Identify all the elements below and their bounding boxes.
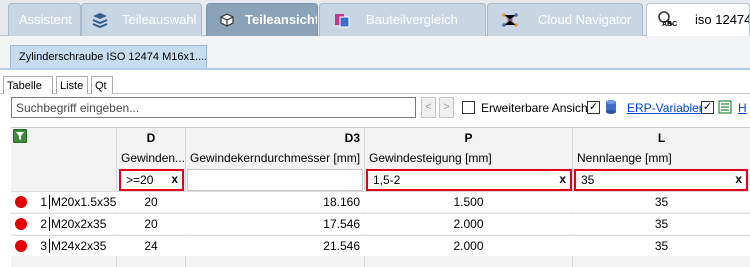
tab-tabelle[interactable]: Tabelle — [3, 76, 53, 94]
tab-search-result[interactable]: ABC iso 12474 — [646, 3, 750, 36]
filter-value-p: 1,5-2 — [373, 173, 401, 187]
row-index: 3 — [40, 239, 47, 253]
row-index: 1 — [40, 195, 47, 209]
cell-d: 20 — [144, 217, 158, 231]
column-code-d3[interactable]: D3 — [186, 131, 364, 147]
third-option-checkbox[interactable]: ✓ — [701, 101, 714, 114]
tab-liste-label: Liste — [60, 80, 84, 92]
row-name: M24x2x35 — [49, 239, 107, 253]
row-name: M20x2x35 — [49, 217, 107, 231]
cell-l: 35 — [654, 239, 669, 253]
tab-cloud-navigator[interactable]: Cloud Navigator — [487, 3, 643, 36]
filter-field-p[interactable]: 1,5-2 x — [366, 169, 572, 191]
cell-d: 20 — [144, 195, 158, 209]
cell-l: 35 — [654, 217, 669, 231]
results-table: D D3 P L Gewinden... Gewindekerndurchmes… — [11, 127, 750, 267]
filter-value-l: 35 — [581, 173, 595, 187]
status-dot-icon — [15, 218, 27, 230]
tab-teileauswahl[interactable]: Teileauswahl — [81, 3, 202, 36]
cell-p: 1.500 — [453, 195, 484, 209]
row-name: M20x1.5x35 — [49, 195, 117, 209]
clear-filter-p-button[interactable]: x — [559, 172, 566, 186]
document-tab-row: Zylinderschraube ISO 12474 M16x1.... — [0, 36, 750, 69]
tab-qt-label: Qt — [95, 80, 107, 92]
third-option-link[interactable]: H — [738, 101, 747, 115]
column-name-l[interactable]: Nennlaenge [mm] — [573, 151, 750, 167]
filter-field-l[interactable]: 35 x — [574, 169, 748, 191]
tab-bauteilvergleich-label: Bauteilvergleich — [366, 12, 458, 27]
tab-teileauswahl-label: Teileauswahl — [122, 12, 197, 27]
filter-field-d[interactable]: >=20 x — [119, 169, 184, 191]
erp-variables-checkbox[interactable]: ✓ — [587, 101, 600, 114]
search-tab-icon-text: ABC — [662, 21, 678, 28]
tab-cloud-navigator-label: Cloud Navigator — [538, 12, 632, 27]
document-tab-label: Zylinderschraube ISO 12474 M16x1.... — [19, 51, 207, 63]
cell-d3: 18.160 — [323, 195, 360, 209]
table-row[interactable]: 2 M20x2x35 20 17.546 2.000 35 — [11, 213, 750, 234]
search-input[interactable] — [11, 97, 416, 118]
column-name-d[interactable]: Gewinden... — [117, 151, 185, 167]
column-name-p[interactable]: Gewindesteigung [mm] — [365, 151, 572, 167]
document-tab[interactable]: Zylinderschraube ISO 12474 M16x1.... — [10, 45, 207, 69]
filter-value-d: >=20 — [126, 173, 154, 187]
column-name-d3[interactable]: Gewindekerndurchmesser [mm] — [186, 151, 364, 167]
cell-d3: 17.546 — [323, 217, 360, 231]
erp-variables-link[interactable]: ERP-Variablen — [627, 101, 705, 115]
tab-liste[interactable]: Liste — [56, 76, 88, 94]
table-row[interactable]: 3 M24x2x35 24 21.546 2.000 35 — [11, 235, 750, 256]
filter-field-d3[interactable] — [187, 169, 363, 191]
compare-icon — [332, 10, 352, 30]
catalog-icon — [90, 10, 110, 30]
tab-qt[interactable]: Qt — [91, 76, 113, 94]
prev-button[interactable]: < — [421, 97, 436, 118]
cloud-navigator-icon — [500, 10, 520, 30]
row-index: 2 — [40, 217, 47, 231]
cell-d3: 21.546 — [323, 239, 360, 253]
table-row[interactable]: 1 M20x1.5x35 20 18.160 1.500 35 — [11, 191, 750, 212]
cell-p: 2.000 — [453, 239, 484, 253]
expandable-view-checkbox[interactable] — [462, 101, 475, 114]
toolbar: < > Erweiterbare Ansicht ✓ ERP-Variablen… — [0, 94, 750, 124]
top-tab-bar: Assistent Teileauswahl Teileansicht Baut… — [0, 0, 750, 36]
tab-teileansicht[interactable]: Teileansicht — [206, 3, 318, 36]
cell-l: 35 — [654, 195, 669, 209]
clear-filter-l-button[interactable]: x — [735, 172, 742, 186]
status-dot-icon — [15, 240, 27, 252]
tab-teileansicht-label: Teileansicht — [245, 12, 318, 27]
status-dot-icon — [15, 196, 27, 208]
column-code-d[interactable]: D — [117, 131, 185, 147]
database-icon — [604, 98, 618, 116]
parts-view-icon — [217, 10, 237, 30]
cell-d: 24 — [144, 239, 158, 253]
next-button[interactable]: > — [439, 97, 454, 118]
column-code-l[interactable]: L — [573, 131, 750, 147]
view-tabs: Tabelle Liste Qt — [0, 70, 750, 94]
cell-p: 2.000 — [453, 217, 484, 231]
tab-assistent[interactable]: Assistent — [8, 3, 81, 36]
expandable-view-label: Erweiterbare Ansicht — [481, 101, 592, 115]
table-filter-icon[interactable] — [13, 129, 27, 143]
tab-tabelle-label: Tabelle — [7, 80, 42, 92]
search-tab-label: iso 12474 — [695, 12, 750, 27]
tab-bauteilvergleich[interactable]: Bauteilvergleich — [319, 3, 486, 36]
filter-list-icon — [717, 98, 733, 116]
tab-assistent-label: Assistent — [19, 12, 72, 27]
clear-filter-d-button[interactable]: x — [171, 172, 178, 186]
column-code-p[interactable]: P — [365, 131, 572, 147]
